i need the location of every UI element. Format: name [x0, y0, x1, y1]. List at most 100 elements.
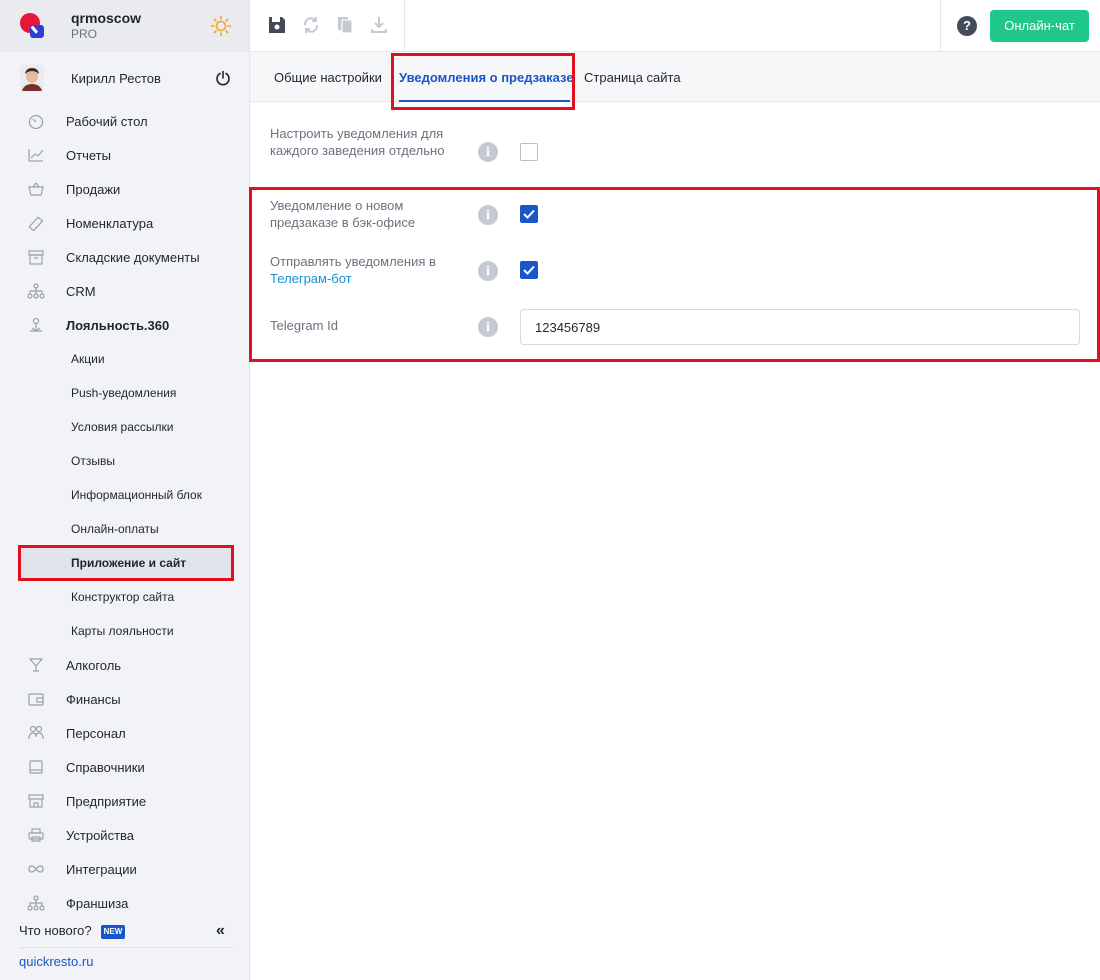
sidebar-item-label: Лояльность.360: [66, 318, 170, 333]
info-icon[interactable]: i: [478, 205, 498, 225]
sidebar-item-label: Франшиза: [66, 896, 129, 911]
sidebar-subitem-label: Push-уведомления: [71, 386, 177, 400]
sidebar-subitem-push[interactable]: Push-уведомления: [0, 376, 249, 410]
new-badge: NEW: [101, 925, 125, 939]
sidebar-item-label: Складские документы: [66, 250, 200, 265]
sidebar-item-sales[interactable]: Продажи: [0, 172, 249, 206]
collapse-sidebar-icon[interactable]: «: [216, 922, 225, 940]
loyalty-icon: [30, 317, 42, 332]
sidebar-item-label: Продажи: [66, 182, 121, 197]
basket-icon: [28, 182, 44, 196]
toolbar-divider: [404, 0, 405, 52]
sidebar-item-finance[interactable]: Финансы: [0, 682, 249, 716]
info-icon[interactable]: i: [478, 261, 498, 281]
sidebar-item-desktop[interactable]: Рабочий стол: [0, 104, 249, 138]
sidebar-item-nomenclature[interactable]: Номенклатура: [0, 206, 249, 240]
logo-icon: [20, 13, 44, 38]
sidebar-item-reports[interactable]: Отчеты: [0, 138, 249, 172]
sidebar-item-alcohol[interactable]: Алкоголь: [0, 648, 249, 682]
sidebar-item-label: Отчеты: [66, 148, 111, 163]
check-icon: [523, 209, 535, 219]
online-chat-button[interactable]: Онлайн-чат: [990, 10, 1089, 42]
tab-bar: Общие настройки Уведомления о предзаказе…: [250, 52, 1100, 102]
sidebar-item-franchise[interactable]: Франшиза: [0, 886, 249, 920]
info-icon[interactable]: i: [478, 317, 498, 337]
sidebar-item-staff[interactable]: Персонал: [0, 716, 249, 750]
sidebar-subitem-promotions[interactable]: Акции: [0, 342, 249, 376]
store-icon: [28, 794, 44, 808]
brand-name: qrmoscow: [71, 10, 142, 26]
sidebar-subitem-online-payments[interactable]: Онлайн-оплаты: [0, 512, 249, 546]
sidebar-item-label: CRM: [66, 284, 96, 299]
per-venue-label: Настроить уведомления для каждого заведе…: [270, 126, 445, 158]
active-tab-indicator: [399, 100, 570, 102]
sidebar-item-loyalty[interactable]: Лояльность.360: [0, 308, 249, 342]
save-icon[interactable]: [267, 15, 287, 35]
sidebar-item-enterprise[interactable]: Предприятие: [0, 784, 249, 818]
tag-icon: [28, 216, 44, 231]
site-link[interactable]: quickresto.ru: [19, 954, 93, 969]
sidebar-subitem-reviews[interactable]: Отзывы: [0, 444, 249, 478]
sidebar-item-references[interactable]: Справочники: [0, 750, 249, 784]
sidebar-subitem-label: Акции: [71, 352, 105, 366]
check-icon: [523, 265, 535, 275]
sidebar-item-label: Справочники: [66, 760, 145, 775]
wallet-icon: [28, 693, 44, 706]
sun-icon[interactable]: [210, 15, 232, 37]
toolbar: ? Онлайн-чат: [250, 0, 1100, 52]
sidebar-item-label: Устройства: [66, 828, 135, 843]
sidebar: qrmoscow PRO Кирилл Рестов Рабочий стол …: [0, 0, 250, 980]
telegram-notification-checkbox[interactable]: [520, 261, 538, 279]
sidebar-item-label: Номенклатура: [66, 216, 154, 231]
people-icon: [28, 725, 44, 740]
copy-icon[interactable]: [335, 15, 355, 35]
download-icon[interactable]: [369, 15, 389, 35]
telegram-label-text: Отправлять уведомления в: [270, 254, 436, 269]
sidebar-item-devices[interactable]: Устройства: [0, 818, 249, 852]
tab-general-settings[interactable]: Общие настройки: [274, 70, 382, 85]
sidebar-item-label: Финансы: [66, 692, 121, 707]
per-venue-checkbox[interactable]: [520, 143, 538, 161]
chart-icon: [28, 149, 44, 162]
telegram-id-input[interactable]: [520, 309, 1080, 345]
power-icon[interactable]: [215, 70, 231, 86]
sidebar-subitem-site-builder[interactable]: Конструктор сайта: [0, 580, 249, 614]
hierarchy-icon: [27, 283, 45, 299]
backoffice-notification-label: Уведомление о новом предзаказе в бэк-офи…: [270, 198, 416, 230]
tab-site-page[interactable]: Страница сайта: [584, 70, 681, 85]
sidebar-subitem-label: Условия рассылки: [71, 420, 174, 434]
user-name: Кирилл Рестов: [71, 71, 161, 86]
brand-plan: PRO: [71, 27, 98, 41]
refresh-icon[interactable]: [301, 15, 321, 35]
info-icon[interactable]: i: [478, 142, 498, 162]
franchise-icon: [27, 895, 45, 911]
sidebar-subitem-info-block[interactable]: Информационный блок: [0, 478, 249, 512]
sidebar-subitem-label: Карты лояльности: [71, 624, 174, 638]
backoffice-notification-checkbox[interactable]: [520, 205, 538, 223]
whats-new-link[interactable]: Что нового?: [19, 923, 92, 938]
sidebar-item-label: Предприятие: [66, 794, 147, 809]
sidebar-subitem-app-and-site[interactable]: Приложение и сайт: [19, 547, 232, 579]
avatar[interactable]: [20, 65, 44, 91]
sidebar-divider: [19, 947, 234, 948]
sidebar-item-warehouse[interactable]: Складские документы: [0, 240, 249, 274]
printer-icon: [28, 828, 44, 842]
sidebar-item-integrations[interactable]: Интеграции: [0, 852, 249, 886]
sidebar-subitem-mailing[interactable]: Условия рассылки: [0, 410, 249, 444]
gauge-icon: [28, 114, 44, 129]
sidebar-item-label: Персонал: [66, 726, 126, 741]
sidebar-subitem-label: Онлайн-оплаты: [71, 522, 159, 536]
sidebar-subitem-label: Конструктор сайта: [71, 590, 175, 604]
infinity-icon: [28, 865, 44, 873]
help-icon[interactable]: ?: [957, 16, 977, 36]
sidebar-item-label: Интеграции: [66, 862, 137, 877]
sidebar-item-label: Рабочий стол: [66, 114, 148, 129]
tab-preorder-notifications[interactable]: Уведомления о предзаказе: [399, 70, 574, 85]
sidebar-subitem-loyalty-cards[interactable]: Карты лояльности: [0, 614, 249, 648]
telegram-bot-link[interactable]: Телеграм-бот: [270, 271, 352, 286]
book-icon: [29, 760, 43, 774]
sidebar-item-crm[interactable]: CRM: [0, 274, 249, 308]
brand-header: qrmoscow PRO: [0, 0, 249, 52]
sidebar-subitem-label: Отзывы: [71, 454, 115, 468]
sidebar-item-label: Алкоголь: [66, 658, 122, 673]
